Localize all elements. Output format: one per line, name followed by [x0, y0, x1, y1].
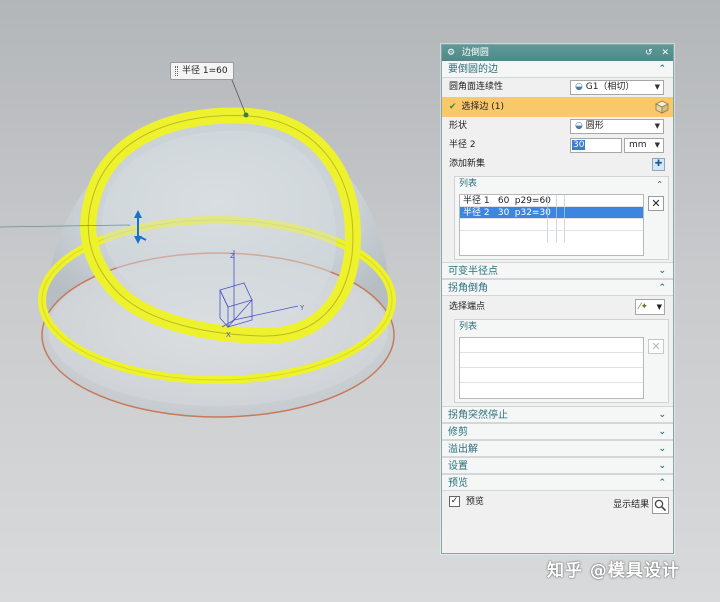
section-trim[interactable]: 修剪 ⌄ [442, 423, 673, 440]
section-overflow[interactable]: 溢出解 ⌄ [442, 440, 673, 457]
chevron-down-icon[interactable]: ⌄ [658, 458, 666, 475]
axis-x-label: X [226, 331, 231, 339]
graphics-viewport[interactable]: Z Y X 半径 1=60 [0, 0, 440, 602]
preview-row: ✓ 预览 显示结果 [442, 491, 673, 514]
chevron-down-icon: ▼ [656, 303, 662, 311]
list-cell-name: 半径 1 [463, 196, 490, 206]
section-settings-label: 设置 [448, 461, 468, 472]
section-corner-setback-label: 拐角倒角 [448, 283, 488, 294]
preview-checkbox[interactable]: ✓ [449, 496, 460, 507]
continuity-icon: ◒ [575, 82, 583, 92]
shape-dropdown[interactable]: ◒ 圆形 ▼ [570, 119, 664, 134]
chevron-down-icon[interactable]: ⌄ [658, 407, 666, 424]
preview-checkbox-label: 预览 [465, 497, 484, 507]
list-item[interactable]: 半径 2 30 p32=30 [460, 207, 643, 219]
unit-dropdown[interactable]: mm ▼ [624, 138, 664, 153]
radius-row: 半径 2 30 mm ▼ [442, 136, 673, 155]
section-preview[interactable]: 预览 ⌃ [442, 474, 673, 491]
dialog-title: 边倒圆 [461, 48, 489, 58]
chevron-down-icon[interactable]: ⌄ [658, 424, 666, 441]
unit-value: mm [629, 140, 647, 150]
delete-icon[interactable]: ✕ [648, 196, 664, 211]
list-item[interactable]: 半径 1 60 p29=60 [460, 195, 643, 207]
select-endpoint-label: 选择端点 [449, 302, 486, 312]
select-edge-row[interactable]: ✔ 选择边 (1) [442, 97, 673, 117]
watermark: 知乎 @模具设计 [547, 561, 680, 581]
section-corner-stop[interactable]: 拐角突然停止 ⌄ [442, 406, 673, 423]
chevron-down-icon: ▼ [654, 141, 660, 149]
chevron-down-icon: ▼ [654, 83, 660, 91]
edges-list-group: 列表 ⌃ 半径 1 60 p29=60 半径 2 30 p32=30 ✕ [454, 176, 669, 260]
section-preview-label: 预览 [448, 478, 468, 489]
add-set-row: 添加新集 ✚ [442, 155, 673, 174]
section-trim-label: 修剪 [448, 427, 468, 438]
chevron-down-icon[interactable]: ⌄ [658, 441, 666, 458]
section-corner-stop-label: 拐角突然停止 [448, 410, 508, 421]
add-set-icon[interactable]: ✚ [652, 158, 665, 171]
shape-value: 圆形 [585, 121, 604, 131]
shape-icon: ◒ [575, 121, 583, 131]
show-result-label: 显示结果 [613, 500, 650, 510]
check-icon: ✔ [449, 102, 457, 112]
axis-z-label: Z [230, 252, 235, 260]
continuity-label: 圆角面连续性 [449, 82, 504, 92]
section-edges[interactable]: 要倒圆的边 ⌃ [442, 61, 673, 78]
edges-list-label: 列表 [459, 179, 478, 189]
edges-list-header[interactable]: 列表 ⌃ [455, 177, 668, 192]
list-cell-expr: p32=30 [514, 208, 551, 218]
shape-label: 形状 [449, 121, 468, 131]
chevron-down-icon: ▼ [654, 122, 660, 130]
shape-row: 形状 ◒ 圆形 ▼ [442, 117, 673, 136]
reset-icon[interactable]: ↺ [645, 48, 653, 58]
radius-label: 半径 2 [449, 140, 476, 150]
list-cell-name: 半径 2 [463, 208, 490, 218]
section-corner-setback[interactable]: 拐角倒角 ⌃ [442, 279, 673, 296]
radius-callout[interactable]: 半径 1=60 [170, 62, 234, 80]
drag-grip-icon[interactable] [175, 66, 178, 76]
chevron-up-icon[interactable]: ⌃ [656, 177, 663, 192]
section-settings[interactable]: 设置 ⌄ [442, 457, 673, 474]
dome-model-view[interactable]: Z Y X [0, 0, 440, 602]
dialog-titlebar[interactable]: ⚙ 边倒圆 ↺ ✕ [442, 45, 673, 61]
edge-blend-dialog: ⚙ 边倒圆 ↺ ✕ 要倒圆的边 ⌃ 圆角面连续性 ◒ G1（相切） ▼ ✔ 选择… [441, 44, 674, 554]
section-variable-radius-label: 可变半径点 [448, 266, 498, 277]
setback-list[interactable] [459, 337, 644, 399]
list-cell-value: 60 [497, 196, 510, 206]
continuity-value: G1（相切） [585, 82, 635, 92]
close-icon[interactable]: ✕ [661, 48, 669, 58]
point-picker-button[interactable]: ⁄✦ ▼ [635, 299, 665, 315]
continuity-row: 圆角面连续性 ◒ G1（相切） ▼ [442, 78, 673, 97]
delete-icon[interactable]: ✕ [648, 339, 664, 354]
section-variable-radius[interactable]: 可变半径点 ⌄ [442, 262, 673, 279]
radius-callout-text: 半径 1=60 [182, 66, 228, 76]
magnifier-icon[interactable] [652, 496, 669, 514]
chevron-up-icon[interactable]: ⌃ [658, 280, 666, 297]
continuity-dropdown[interactable]: ◒ G1（相切） ▼ [570, 80, 664, 95]
gear-icon: ⚙ [446, 48, 456, 58]
select-endpoint-row: 选择端点 ⁄✦ ▼ [442, 296, 673, 318]
list-cell-value: 30 [497, 208, 510, 218]
wand-icon: ⁄✦ [639, 302, 649, 312]
setback-list-header[interactable]: 列表 [455, 320, 668, 335]
radius-input[interactable]: 30 [570, 138, 622, 153]
chevron-up-icon[interactable]: ⌃ [658, 61, 666, 78]
select-edge-label: 选择边 (1) [461, 102, 505, 112]
chevron-up-icon[interactable]: ⌃ [658, 475, 666, 492]
axis-y-label: Y [299, 304, 305, 312]
section-overflow-label: 溢出解 [448, 444, 478, 455]
list-cell-expr: p29=60 [514, 196, 551, 206]
section-edges-label: 要倒圆的边 [448, 64, 498, 75]
show-result-control[interactable]: 显示结果 [613, 494, 669, 517]
radius-value: 30 [572, 140, 586, 150]
setback-list-group: 列表 ✕ [454, 319, 669, 403]
cube-select-icon[interactable] [654, 99, 670, 115]
setback-list-label: 列表 [459, 322, 478, 332]
chevron-down-icon[interactable]: ⌄ [658, 263, 666, 280]
radius-set-list[interactable]: 半径 1 60 p29=60 半径 2 30 p32=30 [459, 194, 644, 256]
add-set-label: 添加新集 [449, 159, 486, 169]
